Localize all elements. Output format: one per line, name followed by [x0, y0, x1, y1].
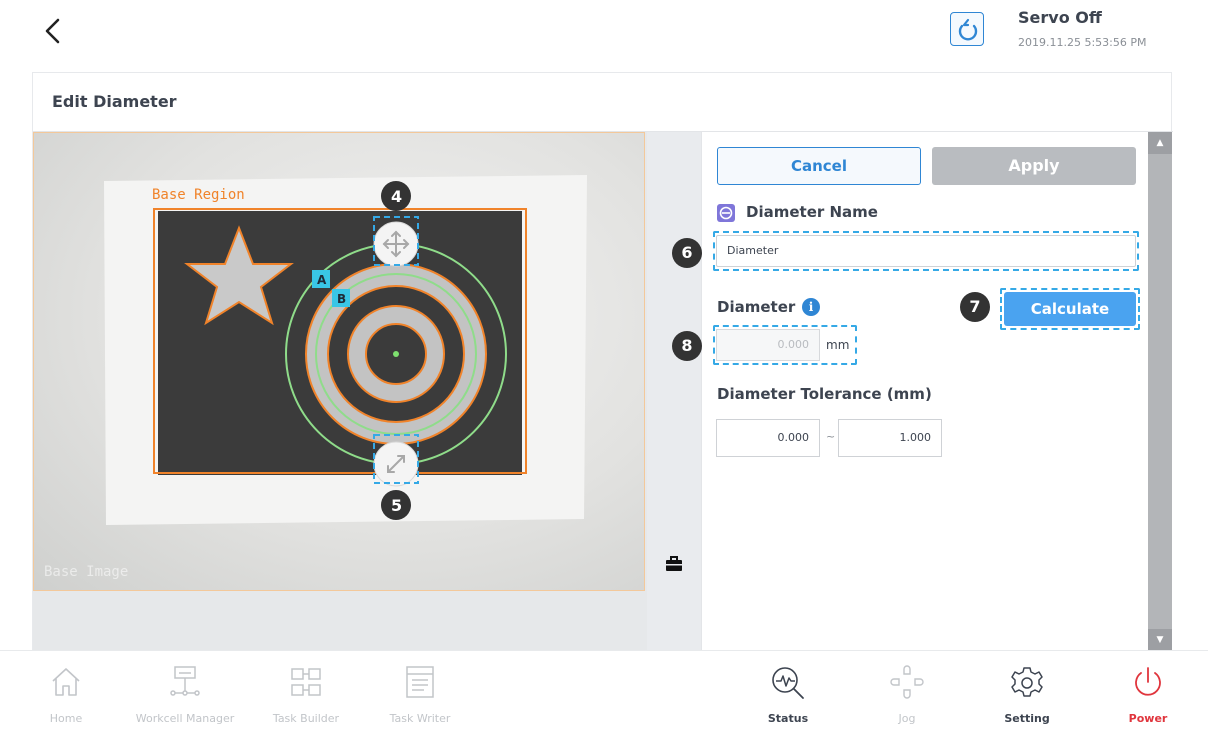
page-title: Edit Diameter [52, 92, 177, 111]
annotation-badge-5: 5 [391, 496, 402, 515]
back-button[interactable] [36, 12, 76, 52]
servo-power-icon [958, 18, 978, 41]
nav-task-builder[interactable]: Task Builder [256, 651, 356, 731]
cancel-button[interactable]: Cancel [717, 147, 921, 185]
scroll-down-icon[interactable]: ▼ [1148, 629, 1172, 651]
gear-icon [1011, 667, 1043, 697]
tolerance-separator: ~ [826, 430, 836, 443]
nav-label-status: Status [767, 712, 809, 725]
tolerance-min-input[interactable]: 0.000 [716, 419, 820, 457]
servo-status-text: Servo Off [1018, 8, 1102, 27]
camera-image: Base Region A B 4 5 Base Image [44, 175, 587, 580]
datetime-text: 2019.11.25 5:53:56 PM [1018, 36, 1147, 49]
toolbox-icon[interactable] [665, 556, 683, 572]
nav-task-writer[interactable]: Task Writer [370, 651, 470, 731]
nav-label-jog: Jog [898, 712, 916, 725]
home-icon [52, 668, 80, 696]
apply-button[interactable]: Apply [932, 147, 1136, 185]
nav-label-task-writer: Task Writer [389, 712, 451, 725]
info-icon[interactable]: i [802, 298, 820, 316]
nav-label-task-builder: Task Builder [272, 712, 340, 725]
annotation-badge-8: 8 [672, 331, 702, 361]
nav-setting[interactable]: Setting [977, 651, 1077, 731]
status-icon [772, 667, 804, 699]
tolerance-max-input[interactable]: 1.000 [838, 419, 942, 457]
center-point [393, 351, 399, 357]
task-writer-icon [406, 666, 434, 698]
camera-view[interactable]: Base Region A B 4 5 Base Image [33, 132, 645, 591]
nav-power[interactable]: Power [1098, 651, 1198, 731]
diameter-name-label: Diameter Name [746, 203, 878, 221]
annotation-box-7 [1000, 288, 1140, 330]
edit-diameter-panel: Edit Diameter Base Region A B 4 5 Base I… [32, 72, 1173, 651]
nav-label-power: Power [1128, 712, 1168, 725]
marker-a: A [317, 273, 327, 287]
scroll-up-icon[interactable]: ▲ [1148, 132, 1172, 154]
resize-handle[interactable] [373, 441, 419, 487]
power-icon [1135, 667, 1161, 696]
nav-home[interactable]: Home [16, 651, 116, 731]
chevron-left-icon [45, 18, 60, 44]
jog-icon [890, 665, 924, 699]
scrollbar[interactable]: ▲ ▼ [1148, 132, 1172, 651]
settings-column: Cancel Apply Diameter Name Diameter 6 Di… [672, 132, 1148, 651]
marker-b: B [337, 292, 346, 306]
nav-label-setting: Setting [1004, 712, 1050, 725]
nav-workcell-manager[interactable]: Workcell Manager [135, 651, 235, 731]
nav-label-home: Home [49, 712, 83, 725]
base-region-label: Base Region [152, 187, 245, 203]
image-area: Base Region A B 4 5 Base Image [33, 132, 701, 651]
nav-label-workcell-manager: Workcell Manager [135, 712, 235, 725]
task-builder-icon [291, 668, 321, 696]
image-watermark: Base Image [44, 564, 128, 580]
diameter-label: Diameter [717, 298, 796, 316]
servo-toggle-button[interactable] [950, 12, 984, 46]
tolerance-label: Diameter Tolerance (mm) [717, 385, 932, 403]
workcell-icon [170, 666, 200, 696]
annotation-badge-7: 7 [960, 292, 990, 322]
move-handle[interactable] [373, 221, 419, 267]
nav-jog[interactable]: Jog [857, 651, 957, 731]
annotation-box-8 [713, 325, 857, 365]
toolbox-strip [647, 132, 701, 651]
annotation-badge-4: 4 [391, 187, 402, 206]
diameter-tool-icon [717, 204, 735, 222]
bottom-nav: Home Workcell Manager Task Builder Task … [0, 650, 1208, 731]
annotation-box-6 [713, 231, 1139, 271]
annotation-badge-6: 6 [672, 238, 702, 268]
nav-status[interactable]: Status [738, 651, 838, 731]
